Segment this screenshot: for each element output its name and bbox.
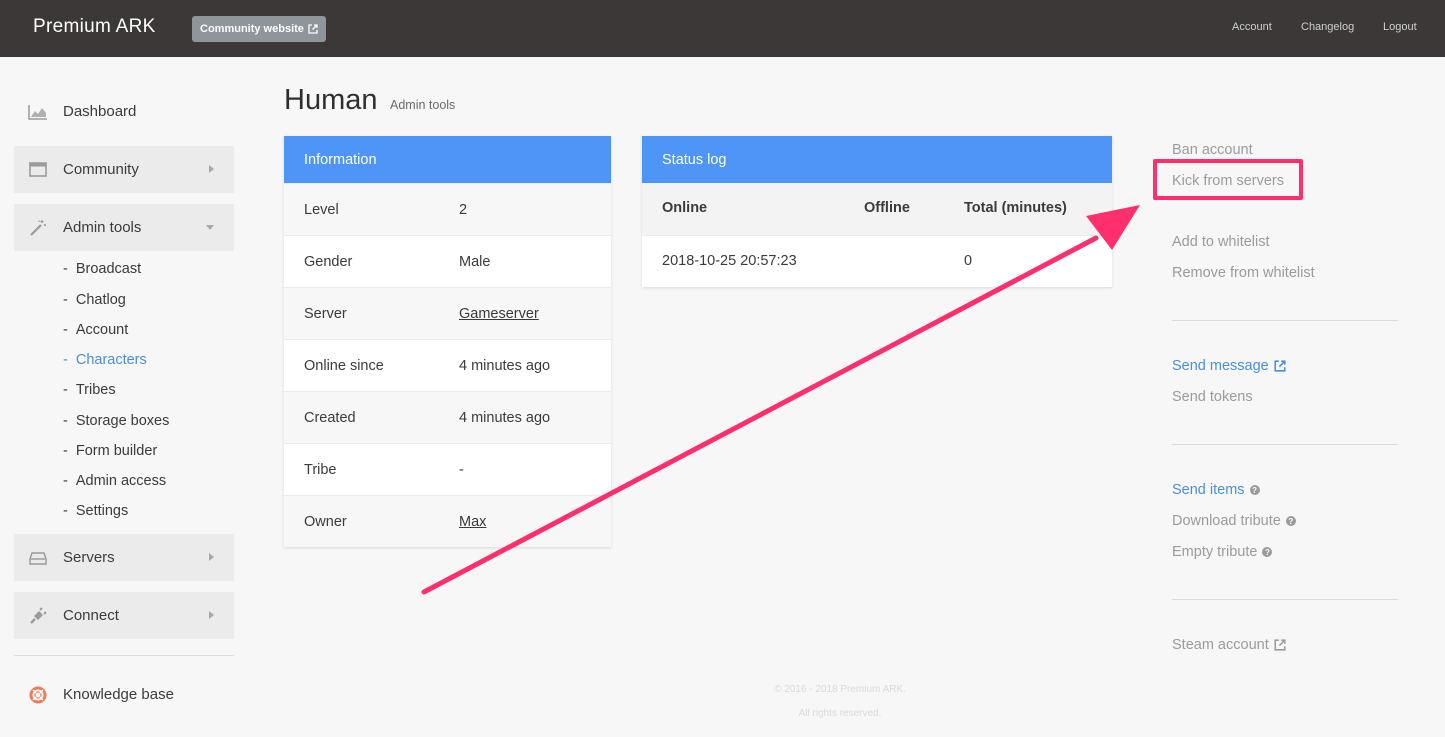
annotation-arrow-icon <box>421 205 1140 595</box>
